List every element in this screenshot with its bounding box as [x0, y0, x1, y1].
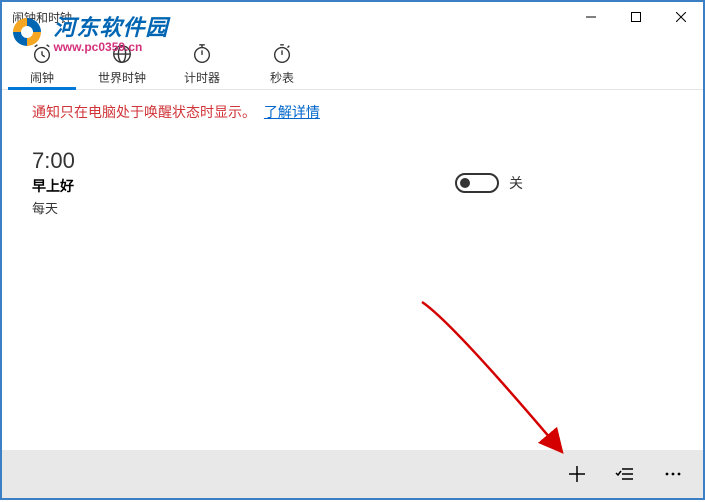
window-controls — [568, 2, 703, 32]
tab-label: 世界时钟 — [98, 69, 146, 86]
add-alarm-button[interactable] — [553, 450, 601, 498]
close-icon — [676, 12, 686, 22]
bottom-bar — [2, 450, 703, 498]
minimize-button[interactable] — [568, 2, 613, 32]
alarm-toggle-wrap: 关 — [455, 173, 523, 193]
tab-timer[interactable]: 计时器 — [162, 40, 242, 89]
alarm-time: 7:00 — [32, 148, 75, 174]
toggle-state-label: 关 — [509, 173, 523, 193]
tab-stopwatch[interactable]: 秒表 — [242, 40, 322, 89]
alarm-item[interactable]: 7:00 早上好 每天 关 — [32, 142, 673, 223]
tab-world-clock[interactable]: 世界时钟 — [82, 40, 162, 89]
alarm-repeat: 每天 — [32, 198, 75, 217]
titlebar: 闹钟和时钟 — [2, 2, 703, 32]
window-title: 闹钟和时钟 — [12, 9, 72, 26]
more-button[interactable] — [649, 450, 697, 498]
maximize-button[interactable] — [613, 2, 658, 32]
tab-alarm[interactable]: 闹钟 — [2, 40, 82, 89]
tab-label: 秒表 — [270, 69, 294, 86]
alarm-icon — [31, 43, 53, 65]
more-icon — [663, 464, 683, 484]
tab-label: 计时器 — [184, 69, 220, 86]
notice-text: 通知只在电脑处于唤醒状态时显示。 — [32, 104, 256, 120]
plus-icon — [567, 464, 587, 484]
select-button[interactable] — [601, 450, 649, 498]
alarm-list: 7:00 早上好 每天 关 — [2, 134, 703, 231]
timer-icon — [191, 43, 213, 65]
tab-label: 闹钟 — [30, 69, 54, 86]
stopwatch-icon — [271, 43, 293, 65]
alarm-name: 早上好 — [32, 176, 75, 196]
notice-link[interactable]: 了解详情 — [264, 104, 320, 120]
alarm-toggle[interactable] — [455, 173, 499, 193]
maximize-icon — [631, 12, 641, 22]
tab-bar: 闹钟 世界时钟 计时器 秒表 — [2, 32, 703, 90]
world-clock-icon — [111, 43, 133, 65]
notice-bar: 通知只在电脑处于唤醒状态时显示。 了解详情 — [2, 90, 703, 134]
alarm-info: 7:00 早上好 每天 — [32, 148, 75, 217]
minimize-icon — [586, 12, 596, 22]
toggle-knob — [460, 178, 470, 188]
close-button[interactable] — [658, 2, 703, 32]
list-select-icon — [615, 464, 635, 484]
